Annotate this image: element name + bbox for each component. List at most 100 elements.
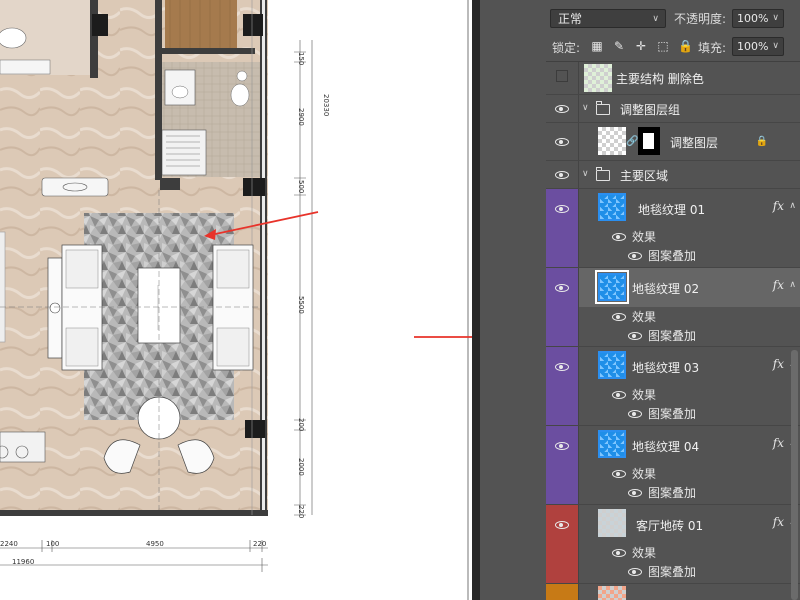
folder-icon [595, 101, 610, 115]
blend-mode-select[interactable]: 正常 ∨ [550, 9, 666, 28]
eye-icon[interactable] [612, 391, 626, 399]
layer-name: 主要区域 [620, 169, 669, 183]
visibility-toggle[interactable] [546, 584, 579, 600]
eye-icon[interactable] [612, 233, 626, 241]
dim-label: 4950 [146, 540, 164, 548]
layer-row[interactable]: 地毯纹理 03 fx ∧ 效果 图案叠加 [546, 347, 800, 426]
layer-name: 地毯纹理 03 [632, 361, 700, 375]
visibility-toggle[interactable] [546, 161, 579, 188]
eye-icon[interactable] [555, 105, 569, 113]
fill-input[interactable]: 100% ∨ [732, 37, 784, 56]
chevron-down-icon[interactable]: ∨ [772, 10, 779, 27]
lock-icon: 🔒 [755, 136, 768, 147]
chevron-down-icon[interactable]: ∨ [772, 38, 779, 55]
fx-icon[interactable]: fx [773, 278, 784, 292]
dim-label: 2000 [297, 458, 305, 476]
chevron-down-icon: ∨ [652, 14, 659, 24]
dim-label: 500 [297, 180, 305, 194]
layers-panel: 正常 ∨ 不透明度: 100% ∨ 锁定: ▦ ✎ ✛ ⬚ 🔒 填充: 100%… [546, 0, 800, 600]
layer-mask-thumbnail [638, 127, 660, 155]
layer-name: 地毯纹理 02 [632, 282, 700, 296]
eye-icon[interactable] [612, 549, 626, 557]
opacity-input[interactable]: 100% ∨ [732, 9, 784, 28]
effect-name: 图案叠加 [648, 249, 697, 263]
fx-icon[interactable]: fx [773, 199, 784, 213]
lock-artboard-icon[interactable]: ⬚ [656, 39, 670, 53]
visibility-toggle[interactable] [546, 189, 579, 267]
dim-label: 200 [297, 418, 305, 432]
opacity-value: 100% [737, 12, 769, 25]
effects-label: 效果 [632, 230, 657, 244]
fx-icon[interactable]: fx [773, 357, 784, 371]
eye-icon[interactable] [628, 252, 642, 260]
lock-brush-icon[interactable]: ✎ [612, 39, 626, 53]
blend-mode-value: 正常 [558, 12, 583, 26]
layer-group-row[interactable]: ∨ 主要区域 [546, 161, 800, 189]
layer-name: 调整图层 [670, 136, 719, 150]
chevron-down-icon[interactable]: ∨ [582, 169, 589, 179]
fill-label: 填充: [698, 41, 727, 55]
blend-row: 正常 ∨ 不透明度: 100% ∨ [546, 0, 800, 28]
scrollbar-thumb[interactable] [791, 350, 798, 600]
fx-icon[interactable]: fx [773, 436, 784, 450]
visibility-toggle[interactable] [546, 62, 579, 94]
eye-icon[interactable] [555, 171, 569, 179]
effect-name: 图案叠加 [648, 407, 697, 421]
lock-row: 锁定: ▦ ✎ ✛ ⬚ 🔒 填充: 100% ∨ [546, 34, 800, 60]
layer-row[interactable]: 客厅地砖 01 fx ∧ 效果 图案叠加 [546, 505, 800, 584]
effects-label: 效果 [632, 546, 657, 560]
effect-name: 图案叠加 [648, 329, 697, 343]
workspace-gutter [480, 0, 546, 600]
eye-icon[interactable] [555, 205, 569, 213]
layer-thumbnail [598, 127, 626, 155]
lock-move-icon[interactable]: ✛ [634, 39, 648, 53]
visibility-toggle[interactable] [546, 505, 579, 583]
eye-icon[interactable] [555, 284, 569, 292]
visibility-toggle[interactable] [546, 268, 579, 346]
chevron-up-icon[interactable]: ∧ [789, 201, 796, 211]
chevron-up-icon[interactable]: ∧ [789, 280, 796, 290]
layer-name: 主要结构 删除色 [616, 72, 704, 86]
visibility-toggle[interactable] [546, 426, 579, 504]
visibility-toggle[interactable] [546, 95, 579, 122]
layer-thumbnail [584, 64, 612, 92]
eye-icon[interactable] [628, 489, 642, 497]
visibility-toggle[interactable] [546, 123, 579, 160]
eye-icon[interactable] [555, 138, 569, 146]
effects-label: 效果 [632, 388, 657, 402]
layer-thumbnail [598, 351, 626, 379]
layer-row[interactable]: 地毯纹理 01 fx ∧ 效果 图案叠加 [546, 189, 800, 268]
eye-icon[interactable] [628, 410, 642, 418]
eye-icon[interactable] [555, 363, 569, 371]
lock-transparent-icon[interactable]: ▦ [590, 39, 604, 53]
layer-row[interactable]: 地毯纹理 04 fx ∧ 效果 图案叠加 [546, 426, 800, 505]
visibility-off-icon[interactable] [556, 70, 568, 82]
layer-thumbnail [595, 270, 629, 304]
layer-thumbnail [598, 586, 626, 600]
layer-name: 客厅地砖 01 [636, 519, 704, 533]
layer-row-selected[interactable]: 地毯纹理 02 fx ∧ 效果 图案叠加 [546, 268, 800, 347]
effect-name: 图案叠加 [648, 565, 697, 579]
chevron-down-icon[interactable]: ∨ [582, 103, 589, 113]
opacity-label: 不透明度: [674, 12, 727, 26]
layer-row[interactable] [546, 584, 800, 600]
layer-row[interactable]: 主要结构 删除色 [546, 62, 800, 95]
layer-group-row[interactable]: ∨ 调整图层组 [546, 95, 800, 123]
dim-total-label: 11960 [12, 558, 35, 566]
eye-icon[interactable] [612, 470, 626, 478]
layer-name: 调整图层组 [620, 103, 681, 117]
fill-value: 100% [737, 40, 769, 53]
visibility-toggle[interactable] [546, 347, 579, 425]
eye-icon[interactable] [628, 568, 642, 576]
eye-icon[interactable] [612, 313, 626, 321]
layer-row[interactable]: 🔗 调整图层 🔒 [546, 123, 800, 161]
eye-icon[interactable] [555, 442, 569, 450]
lock-all-icon[interactable]: 🔒 [678, 39, 693, 53]
eye-icon[interactable] [555, 521, 569, 529]
eye-icon[interactable] [628, 332, 642, 340]
dim-label: 2900 [297, 108, 305, 126]
fx-icon[interactable]: fx [773, 515, 784, 529]
dim-label: 2240 [0, 540, 18, 548]
layer-thumbnail [598, 430, 626, 458]
link-icon[interactable]: 🔗 [626, 136, 638, 147]
